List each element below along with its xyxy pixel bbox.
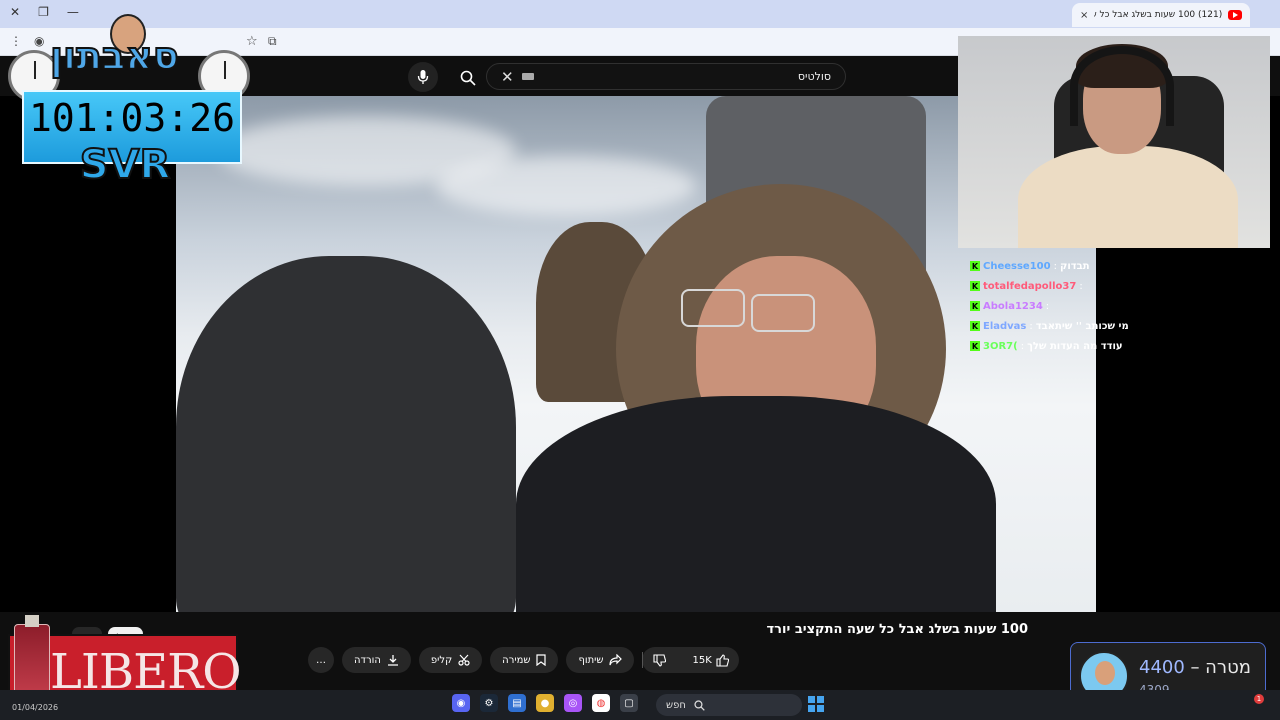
youtube-favicon-icon bbox=[1228, 10, 1242, 20]
thumbs-up-icon bbox=[716, 653, 729, 667]
chat-username: Cheesse100 bbox=[983, 260, 1051, 272]
download-label: הורדה bbox=[354, 654, 381, 666]
chat-message: K Eladvas : מי שכותב '' שיתאבד bbox=[970, 320, 1129, 332]
chat-username: Eladvas bbox=[983, 320, 1027, 332]
taskbar-search-placeholder: חפש bbox=[666, 699, 686, 711]
chat-message: K totalfedapollo37 : bbox=[970, 280, 1083, 292]
svr-label: SVR bbox=[79, 141, 172, 189]
dislike-button[interactable] bbox=[642, 652, 676, 668]
chat-text: תבדוק bbox=[1059, 260, 1090, 272]
search-value: סולטיס bbox=[797, 70, 831, 83]
share-icon bbox=[609, 654, 623, 666]
search-input[interactable]: ✕ סולטיס bbox=[486, 63, 846, 90]
notification-badge[interactable]: 1 bbox=[1254, 694, 1264, 704]
goal-label: מטרה – bbox=[1190, 657, 1251, 678]
search-button[interactable] bbox=[452, 64, 484, 91]
windows-taskbar: 01/04/2026 ◉ ⚙ ▤ ● ◎ ◍ ▢ חפש 1 bbox=[0, 690, 1280, 720]
cast-icon[interactable]: ⧉ bbox=[268, 34, 277, 49]
kick-badge-icon: K bbox=[970, 261, 980, 271]
app-icon[interactable]: ● bbox=[536, 694, 554, 712]
chat-username: Abola1234 bbox=[983, 300, 1043, 312]
kick-badge-icon: K bbox=[970, 321, 980, 331]
person-left bbox=[176, 256, 516, 612]
thumbs-down-icon bbox=[653, 653, 667, 667]
search-icon bbox=[694, 699, 705, 711]
taskbar-apps: ◉ ⚙ ▤ ● ◎ ◍ ▢ bbox=[452, 694, 638, 712]
kick-badge-icon: K bbox=[970, 341, 980, 351]
keyboard-icon[interactable] bbox=[521, 73, 534, 80]
like-dislike-group: 15K bbox=[642, 647, 739, 673]
chat-message: K Cheesse100 : תבדוק bbox=[970, 260, 1090, 272]
discord-icon[interactable]: ◉ bbox=[452, 694, 470, 712]
kick-badge-icon: K bbox=[970, 281, 980, 291]
chrome-icon[interactable]: ◍ bbox=[592, 694, 610, 712]
taskbar-search[interactable]: חפש bbox=[656, 694, 802, 716]
obs-icon[interactable]: ◎ bbox=[564, 694, 582, 712]
notepad-icon[interactable]: ▤ bbox=[508, 694, 526, 712]
live-chat: K Cheesse100 : תבדוק K totalfedapollo37 … bbox=[970, 256, 1130, 356]
video-title: 100 שעות בשלג אבל כל שעה התקציב יורד bbox=[766, 622, 1028, 637]
streamer-webcam bbox=[958, 36, 1270, 248]
glasses-left-lens bbox=[681, 289, 745, 327]
steam-icon[interactable]: ⚙ bbox=[480, 694, 498, 712]
task-view-icon[interactable]: ▢ bbox=[620, 694, 638, 712]
download-icon bbox=[387, 655, 398, 666]
clip-label: קליפ bbox=[430, 654, 453, 666]
windows-start-icon[interactable] bbox=[808, 696, 824, 712]
taskbar-date: 01/04/2026 bbox=[12, 703, 59, 712]
browser-tab-youtube[interactable]: (121) 100 שעות בשלג אבל כל ש × bbox=[1072, 3, 1250, 27]
more-actions-button[interactable]: … bbox=[308, 647, 334, 673]
download-button[interactable]: הורדה bbox=[342, 647, 411, 673]
kick-badge-icon: K bbox=[970, 301, 980, 311]
tab-title: (121) 100 שעות בשלג אבל כל ש bbox=[1094, 10, 1223, 20]
glasses-right-lens bbox=[751, 294, 815, 332]
share-button[interactable]: שיתוף bbox=[566, 647, 635, 673]
save-label: שמירה bbox=[502, 654, 531, 666]
streamer-hoodie bbox=[1018, 146, 1238, 248]
bookmark-icon bbox=[536, 654, 547, 666]
voice-search-button[interactable] bbox=[408, 62, 438, 92]
headset-icon bbox=[1070, 46, 1174, 126]
goal-target: 4400 bbox=[1139, 657, 1185, 678]
timer-value: 101:03:26 bbox=[29, 96, 235, 140]
chat-text: עודד מה העדות שלך bbox=[1027, 340, 1123, 352]
clip-button[interactable]: קליפ bbox=[418, 647, 483, 673]
like-button[interactable]: 15K bbox=[682, 647, 738, 673]
more-dots-icon: … bbox=[316, 654, 326, 666]
chat-username: 3OR7( bbox=[983, 340, 1018, 352]
search-icon bbox=[460, 70, 476, 86]
chat-message: K Abola1234 : bbox=[970, 300, 1050, 312]
save-button[interactable]: שמירה bbox=[490, 647, 559, 673]
clear-search-icon[interactable]: ✕ bbox=[501, 68, 514, 86]
scissors-icon bbox=[458, 654, 470, 666]
chat-username: totalfedapollo37 bbox=[983, 280, 1077, 292]
like-count: 15K bbox=[692, 654, 712, 666]
video-actions: … הורדה קליפ שמירה שיתוף 15K bbox=[308, 647, 739, 675]
microphone-icon bbox=[417, 70, 429, 84]
share-label: שיתוף bbox=[578, 654, 604, 666]
person-center-jacket bbox=[516, 396, 996, 612]
chat-message: K 3OR7( : עודד מה העדות שלך bbox=[970, 340, 1123, 352]
stream-screen: ✕ ❐ — + (121) 100 שעות בשלג אבל כל ש × ⋮… bbox=[0, 0, 1280, 720]
tab-close-icon[interactable]: × bbox=[1080, 10, 1088, 21]
stream-logo: סאבתון bbox=[8, 14, 258, 102]
chat-text: מי שכותב '' שיתאבד bbox=[1035, 320, 1129, 332]
logo-text: סאבתון bbox=[49, 33, 180, 79]
